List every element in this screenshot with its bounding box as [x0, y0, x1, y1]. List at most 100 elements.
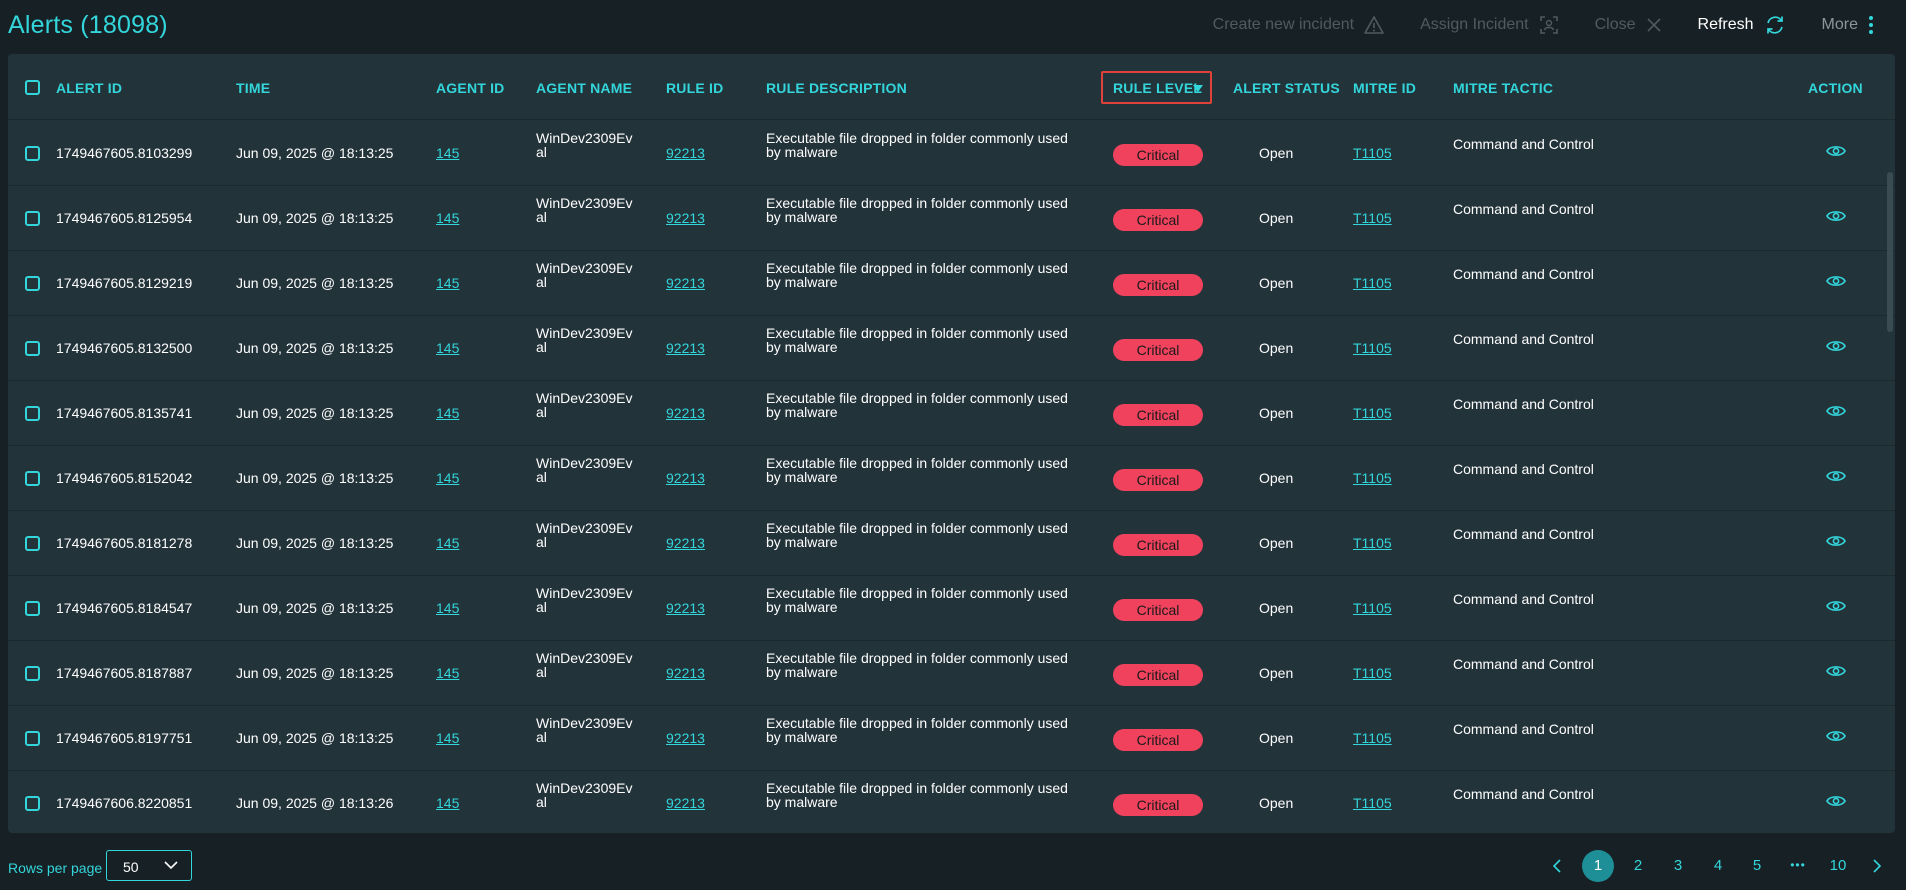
mitre-tactic-cell: Command and Control [1453, 526, 1594, 542]
rule-description-cell: Executable file dropped in folder common… [766, 715, 1068, 745]
rule-id-link[interactable]: 92213 [666, 535, 705, 551]
table-row[interactable]: 1749467605.8125954 Jun 09, 2025 @ 18:13:2… [8, 186, 1895, 251]
table-row[interactable]: 1749467605.8181278 Jun 09, 2025 @ 18:13:2… [8, 511, 1895, 576]
assign-incident-button[interactable]: Assign Incident [1420, 15, 1559, 35]
row-checkbox[interactable] [25, 146, 40, 161]
column-header-agent-name[interactable]: AGENT NAME [536, 80, 632, 96]
select-all-checkbox[interactable] [25, 80, 40, 95]
column-header-alert-status[interactable]: ALERT STATUS [1233, 80, 1340, 96]
mitre-id-link[interactable]: T1105 [1353, 665, 1392, 681]
mitre-id-link[interactable]: T1105 [1353, 600, 1392, 616]
page-ellipsis[interactable]: ••• [1782, 850, 1814, 881]
row-checkbox[interactable] [25, 731, 40, 746]
table-row[interactable]: 1749467606.8220851 Jun 09, 2025 @ 18:13:2… [8, 771, 1895, 833]
refresh-button[interactable]: Refresh [1698, 14, 1786, 36]
rule-description-cell: Executable file dropped in folder common… [766, 130, 1068, 160]
page-4-button[interactable]: 4 [1702, 850, 1734, 881]
column-header-mitre-id[interactable]: MITRE ID [1353, 80, 1416, 96]
column-header-agent-id[interactable]: AGENT ID [436, 80, 505, 96]
more-button[interactable]: More [1822, 15, 1874, 35]
table-row[interactable]: 1749467605.8103299 Jun 09, 2025 @ 18:13:2… [8, 121, 1895, 186]
table-row[interactable]: 1749467605.8187887 Jun 09, 2025 @ 18:13:2… [8, 641, 1895, 706]
table-row[interactable]: 1749467605.8132500 Jun 09, 2025 @ 18:13:2… [8, 316, 1895, 381]
mitre-id-link[interactable]: T1105 [1353, 145, 1392, 161]
column-header-mitre-tactic[interactable]: MITRE TACTIC [1453, 80, 1553, 96]
page-5-button[interactable]: 5 [1741, 850, 1773, 881]
rule-id-link[interactable]: 92213 [666, 795, 705, 811]
table-row[interactable]: 1749467605.8129219 Jun 09, 2025 @ 18:13:2… [8, 251, 1895, 316]
table-row[interactable]: 1749467605.8184547 Jun 09, 2025 @ 18:13:2… [8, 576, 1895, 641]
rule-id-link[interactable]: 92213 [666, 275, 705, 291]
column-header-rule-description[interactable]: RULE DESCRIPTION [766, 80, 907, 96]
agent-id-link[interactable]: 145 [436, 470, 459, 486]
table-row[interactable]: 1749467605.8197751 Jun 09, 2025 @ 18:13:2… [8, 706, 1895, 771]
row-checkbox[interactable] [25, 276, 40, 291]
close-button[interactable]: Close [1595, 16, 1662, 34]
row-checkbox[interactable] [25, 471, 40, 486]
rule-id-link[interactable]: 92213 [666, 340, 705, 356]
view-eye-icon[interactable] [1826, 663, 1846, 684]
view-eye-icon[interactable] [1826, 533, 1846, 554]
create-incident-button[interactable]: Create new incident [1213, 16, 1384, 34]
row-checkbox[interactable] [25, 536, 40, 551]
row-checkbox[interactable] [25, 796, 40, 811]
rule-id-link[interactable]: 92213 [666, 405, 705, 421]
page-10-button[interactable]: 10 [1822, 850, 1854, 881]
rule-id-link[interactable]: 92213 [666, 470, 705, 486]
pagination: 1 2 3 4 5 ••• 10 [0, 850, 1906, 882]
view-eye-icon[interactable] [1826, 728, 1846, 749]
view-eye-icon[interactable] [1826, 598, 1846, 619]
agent-id-link[interactable]: 145 [436, 730, 459, 746]
mitre-id-link[interactable]: T1105 [1353, 405, 1392, 421]
mitre-id-link[interactable]: T1105 [1353, 730, 1392, 746]
agent-id-link[interactable]: 145 [436, 405, 459, 421]
table-row[interactable]: 1749467605.8135741 Jun 09, 2025 @ 18:13:2… [8, 381, 1895, 446]
mitre-id-link[interactable]: T1105 [1353, 535, 1392, 551]
agent-id-link[interactable]: 145 [436, 795, 459, 811]
table-row[interactable]: 1749467605.8152042 Jun 09, 2025 @ 18:13:2… [8, 446, 1895, 511]
row-checkbox[interactable] [25, 211, 40, 226]
page-3-button[interactable]: 3 [1662, 850, 1694, 881]
agent-id-link[interactable]: 145 [436, 210, 459, 226]
column-header-rule-level[interactable]: RULE LEVEL [1113, 80, 1202, 96]
alert-status-cell: Open [1259, 340, 1294, 356]
sort-descending-icon[interactable] [1193, 85, 1203, 92]
mitre-id-link[interactable]: T1105 [1353, 275, 1392, 291]
vertical-scrollbar[interactable] [1887, 172, 1893, 332]
view-eye-icon[interactable] [1826, 403, 1846, 424]
close-label: Close [1594, 16, 1636, 33]
view-eye-icon[interactable] [1826, 143, 1846, 164]
row-checkbox[interactable] [25, 666, 40, 681]
agent-id-link[interactable]: 145 [436, 340, 459, 356]
column-header-alert-id[interactable]: ALERT ID [56, 80, 122, 96]
chevron-right-icon[interactable] [1872, 859, 1882, 873]
mitre-id-link[interactable]: T1105 [1353, 340, 1392, 356]
alert-status-cell: Open [1259, 210, 1294, 226]
view-eye-icon[interactable] [1826, 468, 1846, 489]
mitre-id-link[interactable]: T1105 [1353, 210, 1392, 226]
rule-id-link[interactable]: 92213 [666, 665, 705, 681]
view-eye-icon[interactable] [1826, 208, 1846, 229]
row-checkbox[interactable] [25, 406, 40, 421]
page-2-button[interactable]: 2 [1622, 850, 1654, 881]
rule-id-link[interactable]: 92213 [666, 145, 705, 161]
rule-id-link[interactable]: 92213 [666, 210, 705, 226]
rule-id-link[interactable]: 92213 [666, 600, 705, 616]
column-header-rule-id[interactable]: RULE ID [666, 80, 723, 96]
page-1-button[interactable]: 1 [1582, 850, 1614, 882]
row-checkbox[interactable] [25, 601, 40, 616]
agent-id-link[interactable]: 145 [436, 145, 459, 161]
agent-id-link[interactable]: 145 [436, 665, 459, 681]
column-header-time[interactable]: TIME [236, 80, 270, 96]
view-eye-icon[interactable] [1826, 793, 1846, 814]
mitre-id-link[interactable]: T1105 [1353, 470, 1392, 486]
agent-id-link[interactable]: 145 [436, 275, 459, 291]
chevron-left-icon[interactable] [1552, 859, 1562, 873]
row-checkbox[interactable] [25, 341, 40, 356]
view-eye-icon[interactable] [1826, 273, 1846, 294]
view-eye-icon[interactable] [1826, 338, 1846, 359]
agent-id-link[interactable]: 145 [436, 535, 459, 551]
mitre-id-link[interactable]: T1105 [1353, 795, 1392, 811]
rule-id-link[interactable]: 92213 [666, 730, 705, 746]
agent-id-link[interactable]: 145 [436, 600, 459, 616]
